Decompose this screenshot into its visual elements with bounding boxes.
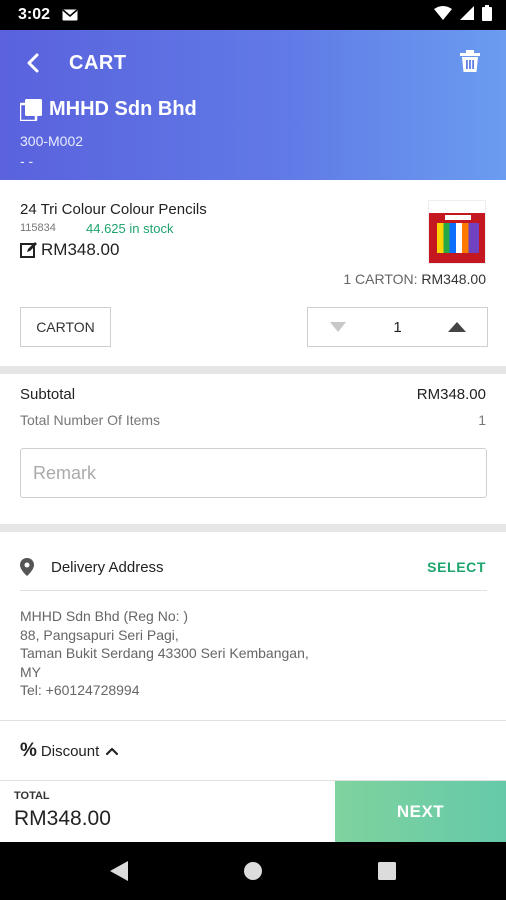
back-arrow-icon	[27, 53, 39, 73]
page-title: CART	[69, 52, 127, 74]
line-summary-prefix: 1 CARTON:	[343, 271, 418, 287]
recents-square-icon	[378, 862, 396, 880]
remark-input[interactable]	[20, 448, 487, 498]
copy-icon	[20, 98, 42, 121]
divider	[20, 590, 487, 591]
line-summary-amount: RM348.00	[421, 271, 486, 287]
home-circle-icon	[244, 862, 262, 880]
chevron-up-icon	[106, 747, 119, 756]
company-subtitle: - -	[20, 153, 34, 169]
cart-header: CART MHHD Sdn Bhd 300-M002 - -	[0, 30, 506, 180]
company-name: MHHD Sdn Bhd	[49, 98, 197, 120]
back-triangle-icon	[110, 861, 128, 881]
trash-icon	[460, 50, 480, 72]
delivery-label: Delivery Address	[51, 559, 164, 576]
status-time: 3:02	[18, 6, 51, 23]
address-phone: Tel: +60124728994	[20, 682, 140, 698]
delivery-address: MHHD Sdn Bhd (Reg No: ) 88, Pangsapuri S…	[20, 607, 309, 700]
back-button[interactable]	[20, 50, 46, 76]
discount-label: Discount	[40, 742, 100, 760]
pin-icon	[20, 558, 34, 576]
system-nav-bar	[0, 842, 506, 900]
percent-icon: %	[20, 740, 37, 761]
subtotal-label: Subtotal	[20, 386, 76, 403]
edit-icon[interactable]	[20, 241, 38, 259]
divider	[0, 720, 506, 721]
increment-button[interactable]	[427, 308, 487, 346]
nav-recents-button[interactable]	[375, 859, 399, 883]
checkout-bar: TOTAL RM348.00 NEXT	[0, 780, 506, 843]
mail-icon	[62, 9, 78, 21]
product-price: RM348.00	[41, 240, 120, 259]
company-row: MHHD Sdn Bhd	[20, 98, 197, 121]
items-count-value: 1	[478, 412, 486, 428]
address-line: Taman Bukit Serdang 43300 Seri Kembangan…	[20, 645, 309, 661]
quantity-stepper: 1	[307, 307, 488, 347]
next-button[interactable]: NEXT	[335, 781, 506, 843]
discount-toggle[interactable]: % Discount	[20, 740, 119, 762]
total-value: RM348.00	[14, 807, 111, 830]
address-line: MHHD Sdn Bhd (Reg No: )	[20, 608, 189, 624]
nav-home-button[interactable]	[241, 859, 265, 883]
items-count-label: Total Number Of Items	[20, 412, 161, 428]
caret-up-icon	[448, 322, 466, 332]
wifi-icon	[434, 5, 452, 25]
total-label: TOTAL	[14, 790, 50, 802]
product-name: 24 Tri Colour Colour Pencils	[20, 201, 207, 218]
price-row[interactable]: RM348.00	[20, 240, 119, 260]
battery-icon	[482, 4, 492, 26]
section-divider	[0, 524, 506, 532]
section-divider	[0, 366, 506, 374]
quantity-value[interactable]: 1	[368, 319, 427, 336]
address-line: 88, Pangsapuri Seri Pagi,	[20, 626, 179, 643]
nav-back-button[interactable]	[107, 859, 131, 883]
address-line: MY	[20, 663, 41, 680]
product-image[interactable]	[428, 200, 486, 264]
delivery-section: Delivery Address SELECT MHHD Sdn Bhd (Re…	[0, 532, 506, 720]
status-bar: 3:02	[0, 0, 506, 30]
signal-icon	[460, 5, 474, 25]
product-code: 115834	[20, 222, 56, 234]
decrement-button[interactable]	[308, 308, 368, 346]
stock-status: 44.625 in stock	[86, 221, 174, 236]
company-code: 300-M002	[20, 133, 84, 149]
uom-selector[interactable]: CARTON	[20, 307, 111, 347]
select-address-button[interactable]: SELECT	[427, 559, 486, 575]
subtotal-value: RM348.00	[416, 386, 486, 403]
order-summary: Subtotal RM348.00 Total Number Of Items …	[0, 374, 506, 524]
cart-item: 24 Tri Colour Colour Pencils 115834 44.6…	[0, 180, 506, 366]
delete-cart-button[interactable]	[460, 50, 484, 76]
caret-down-icon	[330, 322, 346, 332]
line-summary: 1 CARTON: RM348.00	[343, 271, 486, 287]
